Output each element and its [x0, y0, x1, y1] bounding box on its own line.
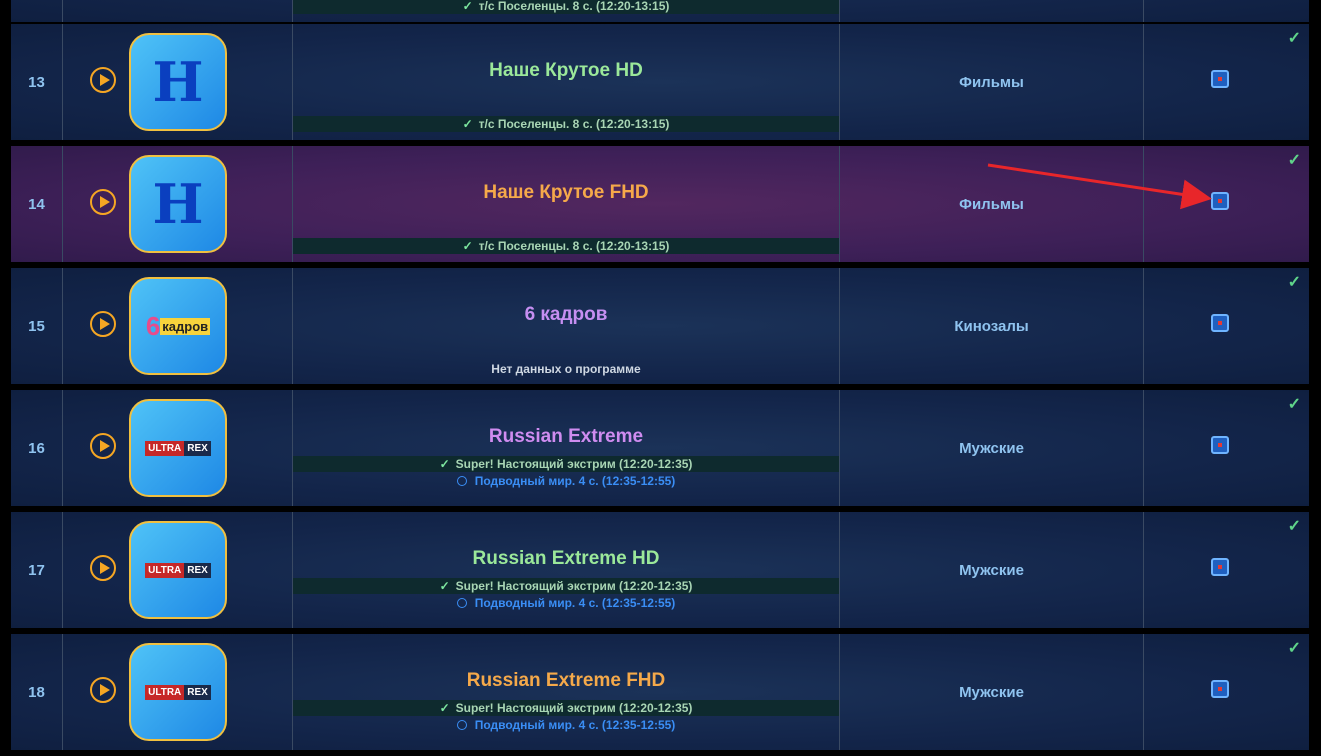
channel-row[interactable]: 16 ULTRA REX Russian Extreme ✓ Super! Наст… [11, 390, 1309, 506]
channel-logo: 6 кадров [129, 277, 227, 375]
play-icon[interactable] [90, 433, 116, 459]
circle-icon [456, 720, 467, 730]
check-icon: ✓ [1287, 274, 1301, 291]
play-icon[interactable] [90, 189, 116, 215]
channel-logo: Н [129, 155, 227, 253]
now-playing: ✓ т/с Поселенцы. 8 с. (12:20-13:15) [293, 116, 839, 132]
ultra-rex-logo-icon: ULTRA REX [145, 562, 211, 578]
channel-category: Кинозалы [840, 268, 1144, 384]
channel-row[interactable]: 17 ULTRA REX Russian Extreme HD ✓ Super! Н… [11, 512, 1309, 628]
channel-title: Наше Крутое HD [489, 60, 643, 81]
select-cell: ✓ [1144, 512, 1309, 628]
select-checkbox[interactable] [1211, 680, 1229, 698]
channel-logo: Н [129, 33, 227, 131]
channel-number [11, 0, 63, 22]
circle-icon [456, 598, 467, 608]
check-icon: ✓ [439, 579, 450, 593]
circle-icon [456, 476, 467, 486]
channel-title: Russian Extreme FHD [466, 670, 666, 691]
select-checkbox[interactable] [1211, 70, 1229, 88]
channel-title: 6 кадров [524, 304, 608, 325]
ultra-rex-logo-icon: ULTRA REX [145, 684, 211, 700]
now-playing: ✓ Super! Настоящий экстрим (12:20-12:35) [293, 578, 839, 594]
channel-row[interactable]: 13 Н Наше Крутое HD ✓ т/с Поселенцы. 8 с.… [11, 24, 1309, 140]
channel-logo: ULTRA REX [129, 643, 227, 741]
channel-title: Russian Extreme [488, 426, 644, 447]
channel-number: 18 [11, 634, 63, 750]
channel-category: Фильмы [840, 146, 1144, 262]
check-icon: ✓ [462, 117, 473, 131]
logo-cell: ULTRA REX [63, 634, 293, 750]
channel-category: Фильмы [840, 24, 1144, 140]
channel-number: 13 [11, 24, 63, 140]
select-cell: ✓ [1144, 24, 1309, 140]
logo-cell [63, 0, 293, 22]
check-icon: ✓ [1287, 396, 1301, 413]
channel-logo: ULTRA REX [129, 521, 227, 619]
select-checkbox[interactable] [1211, 436, 1229, 454]
channel-row[interactable]: ✓ т/с Поселенцы. 8 с. (12:20-13:15) [11, 0, 1309, 22]
logo-cell: ULTRA REX [63, 390, 293, 506]
select-checkbox[interactable] [1211, 314, 1229, 332]
select-cell: ✓ [1144, 634, 1309, 750]
check-icon: ✓ [1287, 152, 1301, 169]
select-checkbox[interactable] [1211, 192, 1229, 210]
now-playing: ✓ Super! Настоящий экстрим (12:20-12:35) [293, 456, 839, 472]
ultra-rex-logo-icon: ULTRA REX [145, 440, 211, 456]
select-cell: ✓ [1144, 268, 1309, 384]
select-cell: ✓ [1144, 390, 1309, 506]
play-icon[interactable] [90, 311, 116, 337]
channel-category [840, 0, 1144, 22]
title-cell: Russian Extreme HD ✓ Super! Настоящий экс… [293, 512, 840, 628]
nashe-krutoe-logo-icon: Н [152, 172, 204, 236]
select-checkbox[interactable] [1211, 558, 1229, 576]
channel-category: Мужские [840, 512, 1144, 628]
channel-row[interactable]: 14 Н Наше Крутое FHD ✓ т/с Поселенцы. 8 с… [11, 146, 1309, 262]
channel-title: Наше Крутое FHD [483, 182, 649, 203]
logo-cell: 6 кадров [63, 268, 293, 384]
next-program: Подводный мир. 4 с. (12:35-12:55) [293, 474, 839, 488]
channel-row[interactable]: 15 6 кадров 6 кадров Нет данных о програм… [11, 268, 1309, 384]
6-kadrov-logo-icon: 6 кадров [145, 310, 211, 341]
nashe-krutoe-logo-icon: Н [152, 50, 204, 114]
logo-cell: Н [63, 24, 293, 140]
title-cell: Наше Крутое HD ✓ т/с Поселенцы. 8 с. (12:… [293, 24, 840, 140]
select-cell [1144, 0, 1309, 22]
title-cell: Russian Extreme ✓ Super! Настоящий экстри… [293, 390, 840, 506]
title-cell: ✓ т/с Поселенцы. 8 с. (12:20-13:15) [293, 0, 840, 22]
select-cell: ✓ [1144, 146, 1309, 262]
channel-number: 14 [11, 146, 63, 262]
now-playing: ✓ т/с Поселенцы. 8 с. (12:20-13:15) [293, 0, 839, 14]
logo-cell: Н [63, 146, 293, 262]
channel-number: 17 [11, 512, 63, 628]
channel-row[interactable]: 18 ULTRA REX Russian Extreme FHD ✓ Super! … [11, 634, 1309, 750]
channel-category: Мужские [840, 390, 1144, 506]
channel-number: 15 [11, 268, 63, 384]
check-icon: ✓ [1287, 640, 1301, 657]
next-program: Подводный мир. 4 с. (12:35-12:55) [293, 718, 839, 732]
check-icon: ✓ [462, 239, 473, 253]
play-icon[interactable] [90, 555, 116, 581]
channel-category: Мужские [840, 634, 1144, 750]
check-icon: ✓ [439, 701, 450, 715]
title-cell: Russian Extreme FHD ✓ Super! Настоящий эк… [293, 634, 840, 750]
play-icon[interactable] [90, 67, 116, 93]
no-program-data: Нет данных о программе [491, 362, 641, 376]
channel-logo: ULTRA REX [129, 399, 227, 497]
channel-number: 16 [11, 390, 63, 506]
now-playing: ✓ Super! Настоящий экстрим (12:20-12:35) [293, 700, 839, 716]
now-playing: ✓ т/с Поселенцы. 8 с. (12:20-13:15) [293, 238, 839, 254]
title-cell: 6 кадров Нет данных о программе [293, 268, 840, 384]
title-cell: Наше Крутое FHD ✓ т/с Поселенцы. 8 с. (12… [293, 146, 840, 262]
check-icon: ✓ [462, 0, 473, 13]
check-icon: ✓ [1287, 30, 1301, 47]
logo-cell: ULTRA REX [63, 512, 293, 628]
check-icon: ✓ [439, 457, 450, 471]
check-icon: ✓ [1287, 518, 1301, 535]
play-icon[interactable] [90, 677, 116, 703]
next-program: Подводный мир. 4 с. (12:35-12:55) [293, 596, 839, 610]
channel-title: Russian Extreme HD [472, 548, 660, 569]
